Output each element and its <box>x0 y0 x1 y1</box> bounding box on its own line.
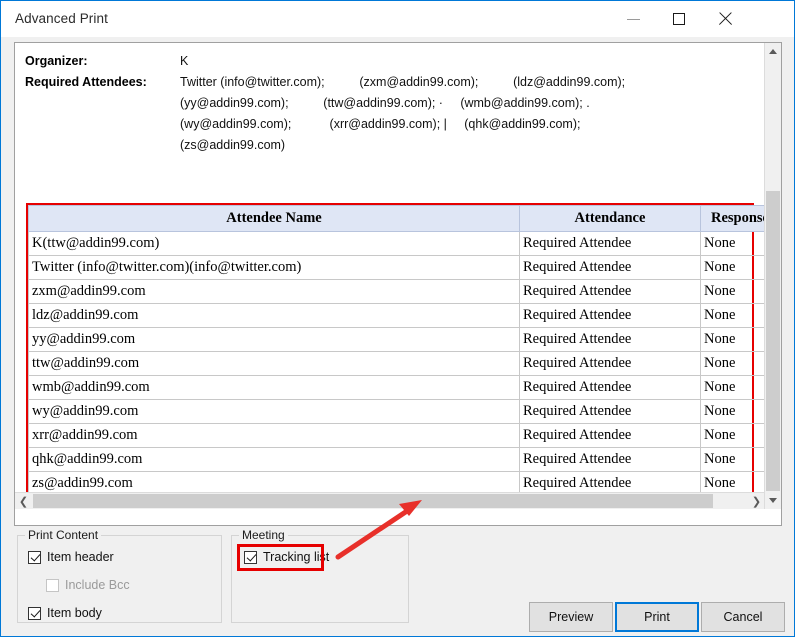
table-cell: None <box>700 423 765 448</box>
print-content-group-title: Print Content <box>25 528 102 542</box>
table-cell: Required Attendee <box>519 375 701 400</box>
cancel-button[interactable]: Cancel <box>701 602 785 632</box>
checkbox-include-bcc: Include Bcc <box>46 578 130 592</box>
required-attendees-label: Required Attendees: <box>25 75 147 89</box>
table-cell: Required Attendee <box>519 279 701 304</box>
organizer-value: K <box>180 54 189 68</box>
vertical-scroll-thumb[interactable] <box>766 191 780 491</box>
scroll-right-icon[interactable]: ❯ <box>748 493 765 509</box>
table-cell: ldz@addin99.com <box>28 303 520 328</box>
table-cell: None <box>700 231 765 256</box>
table-cell: Required Attendee <box>519 231 701 256</box>
table-cell: K(ttw@addin99.com) <box>28 231 520 256</box>
preview-document: Organizer: K Required Attendees: Twitter… <box>15 43 765 509</box>
table-cell: Required Attendee <box>519 327 701 352</box>
checkbox-item-body[interactable]: Item body <box>28 606 102 620</box>
checkbox-tracking-list[interactable]: Tracking list <box>244 550 329 564</box>
horizontal-scroll-thumb[interactable] <box>33 494 713 508</box>
print-content-group: Print Content Item header Include Bcc It… <box>17 528 222 623</box>
table-row: zxm@addin99.com Required Attendee None <box>28 279 765 304</box>
checkbox-item-body-label: Item body <box>47 606 102 620</box>
table-cell: None <box>700 303 765 328</box>
minimize-button[interactable] <box>610 1 656 37</box>
attendee-table-body: K(ttw@addin99.com) Required Attendee None T… <box>28 231 765 496</box>
maximize-icon <box>673 13 685 25</box>
checkbox-item-header[interactable]: Item header <box>28 550 114 564</box>
table-cell: None <box>700 447 765 472</box>
table-row: K(ttw@addin99.com) Required Attendee None <box>28 231 765 256</box>
table-cell: yy@addin99.com <box>28 327 520 352</box>
table-row: ldz@addin99.com Required Attendee None <box>28 303 765 328</box>
organizer-row: Organizer: K <box>25 51 765 72</box>
checkbox-icon <box>244 550 257 564</box>
attendee-table: Attendee Name Attendance Response K(ttw@… <box>28 205 765 496</box>
meeting-group: Meeting Tracking list <box>231 528 409 623</box>
preview-button[interactable]: Preview <box>529 602 613 632</box>
close-icon <box>718 12 732 26</box>
table-row: wy@addin99.com Required Attendee None <box>28 399 765 424</box>
table-row: yy@addin99.com Required Attendee None <box>28 327 765 352</box>
scroll-left-icon[interactable]: ❮ <box>15 493 32 509</box>
table-cell: Required Attendee <box>519 447 701 472</box>
table-cell: Required Attendee <box>519 399 701 424</box>
table-row: ttw@addin99.com Required Attendee None <box>28 351 765 376</box>
title-bar: Advanced Print <box>1 1 794 37</box>
table-cell: Required Attendee <box>519 423 701 448</box>
scroll-down-icon[interactable] <box>765 492 781 509</box>
table-cell: None <box>700 255 765 280</box>
attendee-line: (zs@addin99.com) <box>180 138 286 152</box>
column-header-attendee-name: Attendee Name <box>28 205 520 232</box>
attendee-lines: Twitter (info@twitter.com); (zxm@addin99… <box>180 72 765 156</box>
table-row: Twitter (info@twitter.com)(info@twitter.… <box>28 255 765 280</box>
table-row: xrr@addin99.com Required Attendee None <box>28 423 765 448</box>
table-cell: qhk@addin99.com <box>28 447 520 472</box>
checkbox-icon <box>28 550 41 564</box>
minimize-icon <box>626 18 640 20</box>
advanced-print-dialog: Advanced Print Organizer: K Required Att… <box>0 0 795 637</box>
attendee-line: (yy@addin99.com); (ttw@addin99.com); · (… <box>180 96 590 110</box>
table-cell: None <box>700 279 765 304</box>
table-cell: xrr@addin99.com <box>28 423 520 448</box>
checkbox-icon <box>46 578 59 592</box>
print-button[interactable]: Print <box>615 602 699 632</box>
meeting-header-block: Organizer: K Required Attendees: Twitter… <box>25 51 765 156</box>
organizer-label: Organizer: <box>25 54 88 68</box>
table-cell: None <box>700 375 765 400</box>
column-header-attendance: Attendance <box>519 205 701 232</box>
vertical-scrollbar[interactable] <box>764 43 781 509</box>
table-cell: Twitter (info@twitter.com)(info@twitter.… <box>28 255 520 280</box>
tracking-list-table-highlight: Attendee Name Attendance Response K(ttw@… <box>26 203 765 498</box>
close-button[interactable] <box>702 1 748 37</box>
table-cell: wmb@addin99.com <box>28 375 520 400</box>
table-row: qhk@addin99.com Required Attendee None <box>28 447 765 472</box>
table-cell: None <box>700 327 765 352</box>
scroll-up-icon[interactable] <box>765 43 781 60</box>
table-cell: None <box>700 399 765 424</box>
table-cell: Required Attendee <box>519 255 701 280</box>
attendee-line: (wy@addin99.com); (xrr@addin99.com); | (… <box>180 117 581 131</box>
column-header-response: Response <box>700 205 765 232</box>
horizontal-scrollbar[interactable]: ❮ ❯ <box>15 492 765 509</box>
table-row: wmb@addin99.com Required Attendee None <box>28 375 765 400</box>
table-cell: wy@addin99.com <box>28 399 520 424</box>
print-preview-pane: Organizer: K Required Attendees: Twitter… <box>14 42 782 526</box>
checkbox-tracking-list-label: Tracking list <box>263 550 330 564</box>
table-cell: ttw@addin99.com <box>28 351 520 376</box>
table-cell: zxm@addin99.com <box>28 279 520 304</box>
checkbox-include-bcc-label: Include Bcc <box>65 578 130 592</box>
maximize-button[interactable] <box>656 1 702 37</box>
window-title: Advanced Print <box>15 11 108 26</box>
table-header-row: Attendee Name Attendance Response <box>28 205 765 232</box>
meeting-group-title: Meeting <box>239 528 288 542</box>
checkbox-item-header-label: Item header <box>47 550 114 564</box>
table-cell: None <box>700 351 765 376</box>
attendee-line: Twitter (info@twitter.com); (zxm@addin99… <box>180 75 626 89</box>
checkbox-icon <box>28 606 41 620</box>
table-cell: Required Attendee <box>519 303 701 328</box>
table-cell: Required Attendee <box>519 351 701 376</box>
